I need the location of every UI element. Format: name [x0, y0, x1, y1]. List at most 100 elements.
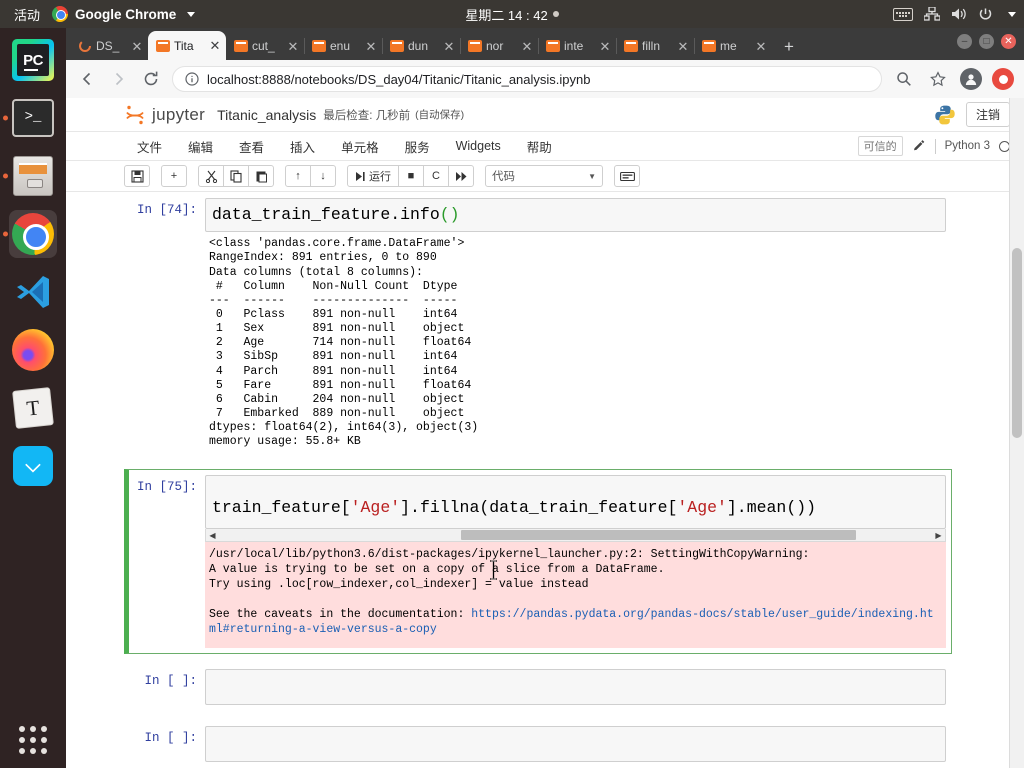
browser-tab-1[interactable]: Tita ✕ — [148, 31, 226, 60]
dock-item-terminal[interactable]: >_ — [9, 94, 57, 142]
tab-close-icon[interactable]: ✕ — [598, 39, 612, 53]
insert-cell-button[interactable]: + — [161, 165, 187, 187]
notebook-cell-empty-2[interactable]: In [ ]: — [124, 720, 952, 768]
browser-tab-2[interactable]: cut_ ✕ — [226, 32, 304, 60]
profile-avatar[interactable] — [960, 68, 982, 90]
dock-item-pycharm[interactable]: PC — [9, 36, 57, 84]
tab-close-icon[interactable]: ✕ — [754, 39, 768, 53]
toolbar-group-palette — [614, 165, 640, 187]
menu-insert[interactable]: 插入 — [277, 133, 328, 160]
code-string-1: 'Age' — [350, 498, 401, 518]
dock-item-chrome[interactable] — [9, 210, 57, 258]
dock-item-files[interactable] — [9, 152, 57, 200]
page-viewport: jupyter Titanic_analysis 最后检查: 几秒前 (自动保存… — [66, 98, 1024, 768]
menu-file[interactable]: 文件 — [124, 133, 175, 160]
notebook-cell-75[interactable]: In [75]: train_feature['Age'].fillna(dat… — [124, 469, 952, 654]
code-input[interactable] — [205, 726, 946, 762]
power-icon[interactable] — [978, 7, 993, 22]
dock-item-qq[interactable]: ⌵ — [9, 442, 57, 490]
move-cell-down-button[interactable]: ↓ — [310, 165, 336, 187]
browser-tab-4[interactable]: dun ✕ — [382, 32, 460, 60]
browser-tab-0[interactable]: DS_ ✕ — [70, 32, 148, 60]
browser-tab-7[interactable]: filln ✕ — [616, 32, 694, 60]
show-applications-button[interactable] — [19, 726, 47, 754]
menu-kernel[interactable]: 服务 — [392, 133, 443, 160]
move-cell-up-button[interactable]: ↑ — [285, 165, 311, 187]
network-icon[interactable] — [924, 7, 940, 21]
code-horizontal-scrollbar[interactable]: ◀ ▶ — [205, 529, 946, 543]
tab-close-icon[interactable]: ✕ — [520, 39, 534, 53]
tab-close-icon[interactable]: ✕ — [130, 39, 144, 53]
code-input[interactable] — [205, 669, 946, 705]
tab-close-icon[interactable]: ✕ — [364, 39, 378, 53]
dock-item-firefox[interactable] — [9, 326, 57, 374]
restart-run-all-button[interactable] — [448, 165, 474, 187]
chrome-window: DS_ ✕ Tita ✕ cut_ ✕ enu ✕ dun ✕ nor ✕ in… — [66, 28, 1024, 768]
paste-cell-button[interactable] — [248, 165, 274, 187]
maximize-button[interactable]: □ — [979, 34, 994, 49]
browser-tab-3[interactable]: enu ✕ — [304, 32, 382, 60]
app-menu-label: Google Chrome — [75, 6, 177, 22]
tab-close-icon[interactable]: ✕ — [676, 39, 690, 53]
restart-kernel-button[interactable]: C — [423, 165, 449, 187]
scroll-right-arrow-icon[interactable]: ▶ — [932, 529, 945, 541]
bookmark-star-icon[interactable] — [926, 67, 950, 91]
tab-close-icon[interactable]: ✕ — [442, 39, 456, 53]
cell-content: data_train_feature.info() <class 'pandas… — [205, 198, 946, 454]
jupyter-favicon-icon — [624, 40, 638, 52]
menu-cell[interactable]: 单元格 — [328, 133, 392, 160]
copy-cell-button[interactable] — [223, 165, 249, 187]
notebook-cell-74[interactable]: In [74]: data_train_feature.info() <clas… — [124, 192, 952, 460]
command-palette-button[interactable] — [614, 165, 640, 187]
activities-button[interactable]: 活动 — [0, 5, 52, 24]
app-menu-chrome[interactable]: Google Chrome — [52, 6, 196, 22]
browser-tab-8[interactable]: me ✕ — [694, 32, 772, 60]
dock-item-vscode[interactable] — [9, 268, 57, 316]
tab-close-icon[interactable]: ✕ — [286, 39, 300, 53]
reload-button[interactable] — [140, 68, 162, 90]
warning-line-1: /usr/local/lib/python3.6/dist-packages/i… — [209, 548, 817, 562]
interrupt-kernel-button[interactable]: ■ — [398, 165, 424, 187]
search-icon[interactable] — [892, 67, 916, 91]
scroll-left-arrow-icon[interactable]: ◀ — [206, 529, 219, 541]
extension-badge-icon[interactable] — [992, 68, 1014, 90]
run-cell-button[interactable]: 运行 — [347, 165, 399, 187]
code-input[interactable]: data_train_feature.info() — [205, 198, 946, 233]
forward-button[interactable] — [108, 68, 130, 90]
volume-icon[interactable] — [951, 7, 967, 21]
minimize-button[interactable]: – — [957, 34, 972, 49]
browser-tab-5[interactable]: nor ✕ — [460, 32, 538, 60]
page-scrollbar-thumb[interactable] — [1012, 248, 1022, 438]
menu-help[interactable]: 帮助 — [514, 133, 565, 160]
keyboard-icon[interactable] — [893, 7, 913, 21]
address-bar[interactable]: localhost:8888/notebooks/DS_day04/Titani… — [172, 66, 882, 92]
page-scrollbar[interactable] — [1009, 98, 1024, 768]
cut-cell-button[interactable] — [198, 165, 224, 187]
back-button[interactable] — [76, 68, 98, 90]
url-text: localhost:8888/notebooks/DS_day04/Titani… — [207, 71, 591, 87]
menu-view[interactable]: 查看 — [226, 133, 277, 160]
cell-prompt: In [ ]: — [144, 731, 197, 745]
notebook-title[interactable]: Titanic_analysis — [217, 107, 316, 123]
dock-item-texstudio[interactable]: T — [9, 384, 57, 432]
browser-tab-6[interactable]: inte ✕ — [538, 32, 616, 60]
menu-widgets[interactable]: Widgets — [443, 135, 514, 157]
warning-line-4: See the caveats in the documentation: — [209, 608, 472, 622]
tab-close-icon[interactable]: ✕ — [208, 39, 222, 53]
close-window-button[interactable]: ✕ — [1001, 34, 1016, 49]
trusted-badge[interactable]: 可信的 — [857, 136, 903, 156]
checkpoint-status: 最后检查: 几秒前 — [323, 109, 411, 122]
chevron-down-icon: ▼ — [588, 171, 596, 181]
save-button[interactable] — [124, 165, 150, 187]
cell-type-select[interactable]: 代码 ▼ — [485, 165, 603, 187]
new-tab-button[interactable]: + — [776, 34, 802, 60]
notebook-cell-empty-1[interactable]: In [ ]: — [124, 663, 952, 711]
scrollbar-thumb[interactable] — [461, 530, 856, 541]
chrome-icon — [12, 213, 54, 255]
menu-edit[interactable]: 编辑 — [175, 133, 226, 160]
logout-button[interactable]: 注销 — [965, 102, 1010, 127]
code-input[interactable]: train_feature['Age'].fillna(data_train_f… — [205, 475, 946, 530]
jupyter-logo[interactable]: jupyter — [124, 104, 205, 126]
system-menu-chevron-icon[interactable] — [1008, 11, 1016, 17]
